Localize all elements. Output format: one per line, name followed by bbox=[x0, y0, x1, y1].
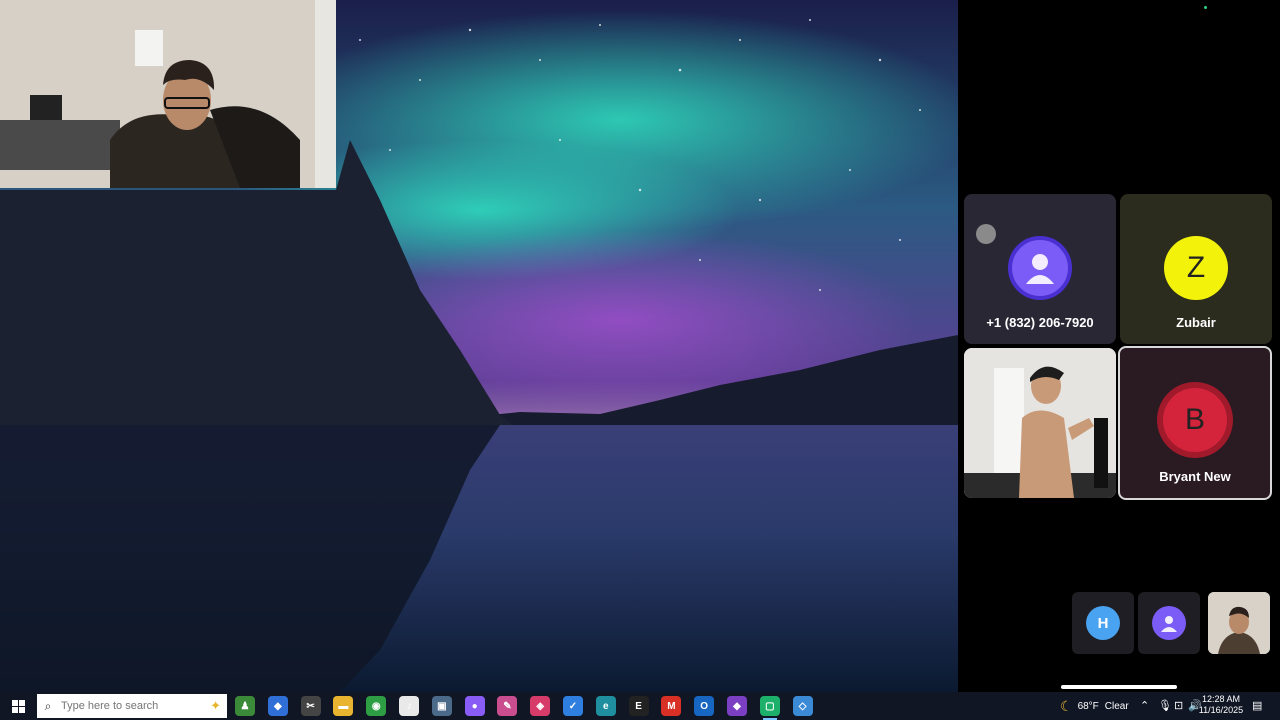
messenger-app-icon[interactable]: ● bbox=[464, 696, 485, 716]
avatar: B bbox=[1163, 388, 1227, 452]
store-app-icon[interactable]: ◈ bbox=[530, 696, 551, 716]
avatar-initial: B bbox=[1184, 403, 1205, 436]
weather-condition: Clear bbox=[1104, 700, 1129, 712]
home-indicator bbox=[1061, 685, 1177, 689]
clock-date: 11/16/2025 bbox=[1198, 705, 1244, 715]
person-avatar-icon bbox=[1008, 236, 1072, 300]
avatar: H bbox=[1086, 606, 1120, 640]
participant-name: +1 (832) 206-7920 bbox=[986, 315, 1094, 330]
edge-app-icon[interactable]: e bbox=[595, 696, 616, 716]
gmail-app-icon[interactable]: M bbox=[661, 696, 682, 716]
remote-app-icon[interactable]: ◇ bbox=[792, 696, 813, 716]
mini-participant-2[interactable] bbox=[1138, 592, 1200, 654]
music-app-icon[interactable]: ♪ bbox=[399, 696, 419, 716]
tool-app-icon[interactable]: ✂ bbox=[300, 696, 321, 716]
microphone-icon[interactable]: 🎙 bbox=[1158, 699, 1172, 712]
weather-widget[interactable]: ☾ 68°F Clear bbox=[1060, 692, 1129, 720]
outlook-app-icon[interactable]: O bbox=[694, 696, 715, 716]
participant-tile-1[interactable]: +1 (832) 206-7920 bbox=[964, 194, 1116, 344]
sparkle-icon: ✦ bbox=[210, 698, 221, 713]
avatar-initial: Z bbox=[1186, 251, 1206, 284]
moon-icon: ☾ bbox=[1060, 697, 1073, 714]
person-avatar-icon bbox=[1152, 606, 1186, 640]
file-explorer-app-icon[interactable]: ▬ bbox=[333, 696, 354, 716]
copilot-app-icon[interactable]: ◆ bbox=[267, 696, 288, 716]
participant-tile-2[interactable]: Z Zubair bbox=[1120, 194, 1272, 344]
avatar-initial: H bbox=[1097, 614, 1109, 632]
weather-temp: 68°F bbox=[1077, 700, 1099, 712]
chrome-app-icon[interactable]: ◉ bbox=[366, 696, 387, 716]
participant-name: Bryant New bbox=[1159, 469, 1231, 484]
taskbar-search-box[interactable]: ⌕ ✦ bbox=[37, 694, 227, 718]
network-icon[interactable]: ⊡ bbox=[1174, 699, 1183, 712]
participant-name: Zubair bbox=[1176, 315, 1216, 330]
windows-logo-icon bbox=[11, 699, 25, 713]
start-button[interactable] bbox=[0, 692, 36, 720]
participant-tile-active-speaker[interactable]: B Bryant New bbox=[1118, 346, 1272, 500]
paint-app-icon[interactable]: ✎ bbox=[497, 696, 518, 716]
system-clock[interactable]: 12:28 AM 11/16/2025 bbox=[1198, 694, 1244, 716]
clock-time: 12:28 AM bbox=[1201, 694, 1241, 704]
chess-app-icon[interactable]: ♟ bbox=[235, 696, 255, 716]
meet-app-icon[interactable]: ▢ bbox=[759, 696, 780, 716]
participant-video-tile[interactable] bbox=[964, 348, 1116, 498]
editor-app-icon[interactable]: E bbox=[628, 696, 649, 716]
windows-taskbar: ⌕ ✦ ♟◆✂▬◉♪▣●✎◈✓eEMO◆▢◇ ☾ 68°F Clear ⌃ 🎙 … bbox=[0, 692, 1280, 720]
mute-indicator bbox=[976, 224, 996, 244]
search-input[interactable] bbox=[59, 699, 183, 713]
monitor-app-icon[interactable]: ▣ bbox=[431, 696, 452, 716]
mini-participant-1[interactable]: H bbox=[1072, 592, 1134, 654]
mini-self-video[interactable] bbox=[1208, 592, 1270, 654]
status-dot bbox=[1204, 6, 1207, 9]
todo-app-icon[interactable]: ✓ bbox=[563, 696, 583, 716]
avatar: Z bbox=[1164, 236, 1228, 300]
notification-icon[interactable]: ▤ bbox=[1252, 699, 1262, 712]
photos-app-icon[interactable]: ◆ bbox=[727, 696, 747, 716]
self-camera-view bbox=[0, 0, 336, 188]
search-icon: ⌕ bbox=[44, 698, 52, 713]
call-participants-panel: +1 (832) 206-7920 Z Zubair B Bryant New … bbox=[958, 0, 1280, 692]
chevron-up-icon[interactable]: ⌃ bbox=[1140, 699, 1149, 712]
